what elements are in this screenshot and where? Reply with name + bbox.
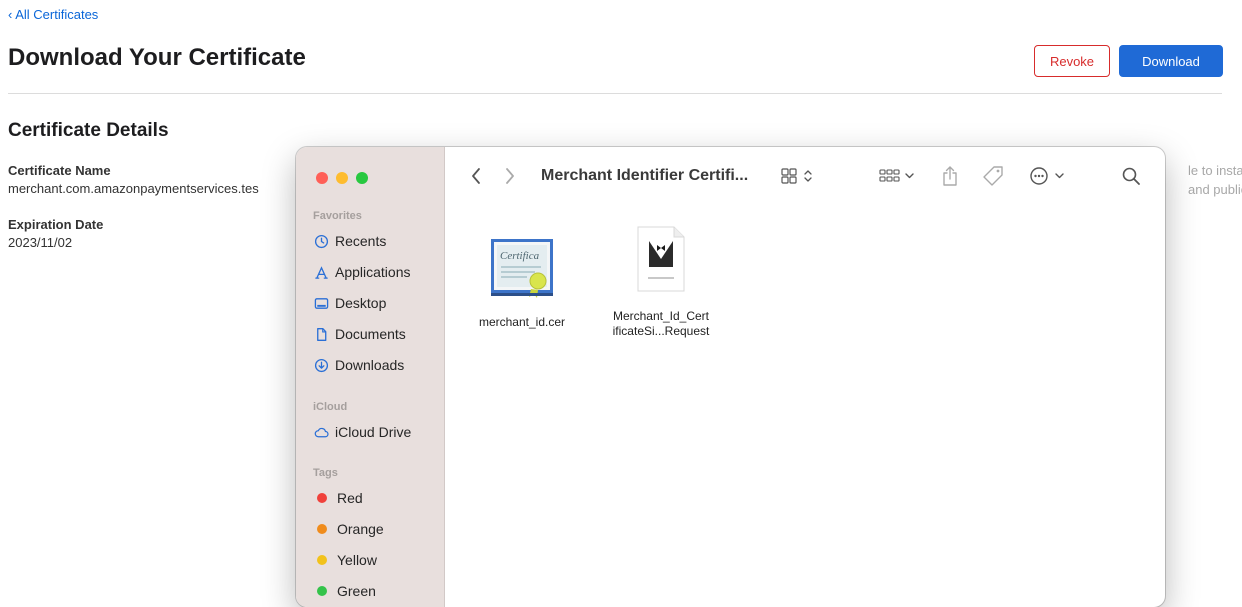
search-icon[interactable] bbox=[1119, 164, 1143, 188]
sidebar-item-desktop[interactable]: Desktop bbox=[314, 292, 386, 314]
grid-view-icon bbox=[781, 168, 812, 184]
sidebar-item-applications[interactable]: Applications bbox=[314, 261, 411, 283]
ellipsis-circle-icon bbox=[1030, 167, 1064, 185]
file-name-line-1: Merchant_Id_Cert bbox=[612, 309, 710, 323]
sidebar-item-downloads[interactable]: Downloads bbox=[314, 354, 404, 376]
file-merchant-id-csr[interactable]: Merchant_Id_Cert ificateSi...Request bbox=[606, 225, 716, 339]
info-text-line-1: le to install bbox=[1188, 163, 1242, 178]
file-name: Merchant_Id_Cert ificateSi...Request bbox=[606, 309, 716, 339]
sidebar-item-icloud-drive[interactable]: iCloud Drive bbox=[314, 421, 411, 443]
group-icon bbox=[879, 169, 914, 182]
clock-icon bbox=[314, 234, 329, 248]
sidebar-tag-yellow[interactable]: Yellow bbox=[314, 549, 377, 571]
favorites-heading: Favorites bbox=[313, 210, 362, 222]
red-tag-dot bbox=[317, 493, 327, 503]
file-merchant-id-cer[interactable]: Certifica merchant_id.cer bbox=[467, 237, 577, 330]
finder-window: Favorites Recents Applications Desktop D… bbox=[296, 147, 1165, 607]
zoom-window-button[interactable] bbox=[356, 172, 368, 184]
sidebar-item-recents[interactable]: Recents bbox=[314, 230, 386, 252]
orange-tag-dot bbox=[317, 524, 327, 534]
finder-window-title: Merchant Identifier Certifi... bbox=[541, 167, 749, 184]
yellow-tag-dot bbox=[317, 555, 327, 565]
icloud-heading: iCloud bbox=[313, 401, 348, 413]
green-tag-dot bbox=[317, 586, 327, 596]
sidebar-item-documents[interactable]: Documents bbox=[314, 323, 406, 345]
back-chevron-icon[interactable] bbox=[469, 165, 483, 187]
desktop-icon bbox=[314, 297, 329, 309]
info-text-line-2: and public bbox=[1188, 182, 1242, 197]
sidebar-item-label: Documents bbox=[335, 326, 406, 342]
icon-view-toggle[interactable] bbox=[780, 165, 818, 187]
sidebar-item-label: Red bbox=[337, 490, 363, 506]
all-certificates-link[interactable]: ‹ All Certificates bbox=[8, 7, 98, 22]
sidebar-tag-orange[interactable]: Orange bbox=[314, 518, 384, 540]
applications-icon bbox=[315, 265, 328, 279]
document-icon bbox=[317, 327, 327, 341]
certificate-name-label: Certificate Name bbox=[8, 163, 111, 178]
section-title: Certificate Details bbox=[8, 120, 169, 141]
page-title: Download Your Certificate bbox=[8, 44, 306, 71]
file-name: merchant_id.cer bbox=[478, 315, 566, 329]
sidebar-tag-red[interactable]: Red bbox=[314, 487, 363, 509]
sidebar-tag-green[interactable]: Green bbox=[314, 580, 376, 602]
file-name-line-2: ificateSi...Request bbox=[612, 324, 710, 338]
download-circle-icon bbox=[314, 358, 329, 372]
sidebar-item-label: Applications bbox=[335, 264, 411, 280]
finder-sidebar: Favorites Recents Applications Desktop D… bbox=[296, 147, 445, 607]
certificate-name-value: merchant.com.amazonpaymentservices.tes bbox=[8, 181, 259, 196]
header-divider bbox=[8, 93, 1222, 94]
cert-icon-text: Certifica bbox=[500, 250, 540, 262]
sidebar-item-label: Downloads bbox=[335, 357, 405, 373]
forward-chevron-icon[interactable] bbox=[503, 165, 517, 187]
revoke-button[interactable]: Revoke bbox=[1034, 45, 1110, 77]
cloud-icon bbox=[314, 427, 329, 437]
certificate-request-icon bbox=[637, 226, 685, 292]
expiration-date-value: 2023/11/02 bbox=[8, 235, 73, 250]
sidebar-item-label: Desktop bbox=[335, 295, 387, 311]
tags-heading: Tags bbox=[313, 467, 338, 479]
download-button[interactable]: Download bbox=[1119, 45, 1223, 77]
group-by-menu[interactable] bbox=[878, 165, 918, 187]
close-window-button[interactable] bbox=[316, 172, 328, 184]
sidebar-item-label: Recents bbox=[335, 233, 387, 249]
sidebar-item-label: Yellow bbox=[337, 552, 377, 568]
share-icon[interactable] bbox=[939, 163, 961, 189]
finder-toolbar: Merchant Identifier Certifi... bbox=[445, 147, 1165, 207]
sidebar-item-label: iCloud Drive bbox=[335, 424, 412, 440]
more-actions-menu[interactable] bbox=[1028, 164, 1070, 188]
sidebar-item-label: Green bbox=[337, 583, 376, 599]
expiration-date-label: Expiration Date bbox=[8, 217, 104, 232]
minimize-window-button[interactable] bbox=[336, 172, 348, 184]
sidebar-item-label: Orange bbox=[337, 521, 384, 537]
certificate-icon: Certifica bbox=[491, 239, 553, 298]
tag-icon[interactable] bbox=[980, 163, 1006, 189]
